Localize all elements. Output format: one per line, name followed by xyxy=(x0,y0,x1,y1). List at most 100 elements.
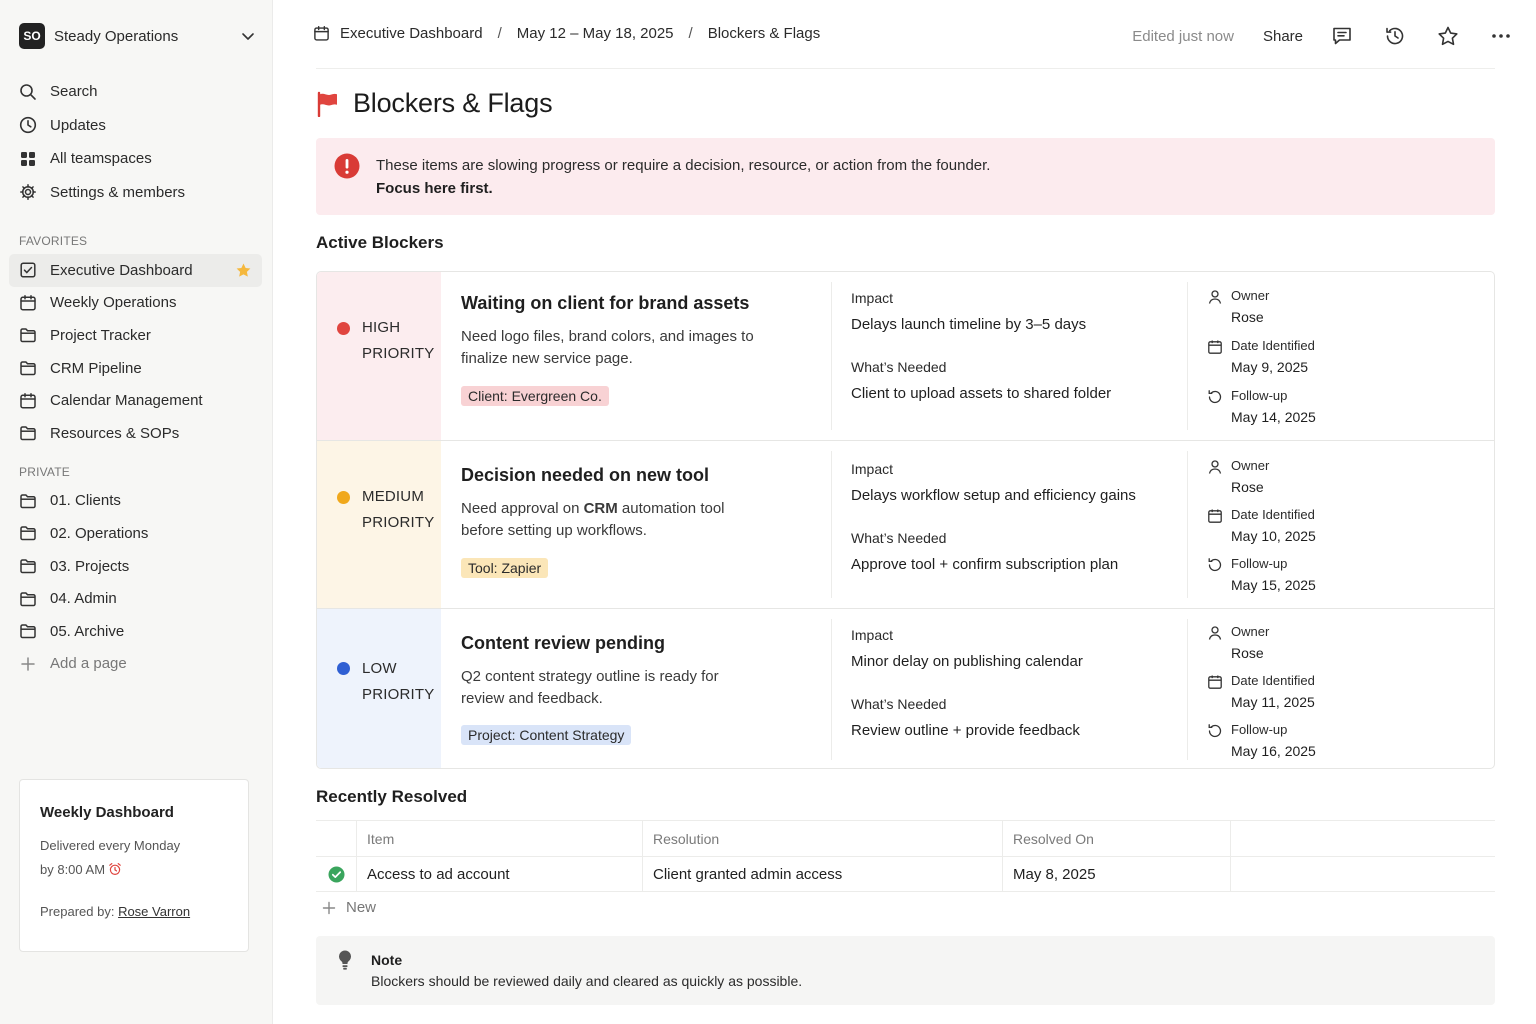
date-label: Date Identified xyxy=(1231,338,1315,353)
sidebar-item-resources-sops[interactable]: Resources & SOPs xyxy=(9,417,262,450)
priority-word: PRIORITY xyxy=(362,345,435,362)
sidebar-item-calendar-management[interactable]: Calendar Management xyxy=(9,384,262,417)
folder-icon xyxy=(20,559,36,574)
sidebar-item-project-tracker[interactable]: Project Tracker xyxy=(9,319,262,352)
callout-emphasis: Focus here first. xyxy=(376,180,493,197)
blocker-row[interactable]: MEDIUM PRIORITY Decision needed on new to… xyxy=(317,441,1494,609)
table-row[interactable]: Access to ad account Client granted admi… xyxy=(316,856,1495,892)
sidebar-item-admin[interactable]: 04. Admin xyxy=(9,582,262,615)
needed-label: What’s Needed xyxy=(851,359,947,375)
workspace-switcher[interactable]: SO Steady Operations xyxy=(19,18,256,54)
blocker-row[interactable]: LOW PRIORITY Content review pending Q2 co… xyxy=(317,609,1494,768)
priority-cell: MEDIUM PRIORITY xyxy=(317,441,441,608)
history-icon[interactable] xyxy=(1384,25,1406,47)
owner-label: Owner xyxy=(1231,288,1270,303)
priority-level: LOW xyxy=(362,660,397,677)
sidebar-item-search[interactable]: Search xyxy=(0,75,272,109)
impact-label: Impact xyxy=(851,627,894,643)
column-header-item[interactable]: Item xyxy=(356,821,642,856)
needed-label: What’s Needed xyxy=(851,696,947,712)
follow-up-field: Follow-up May 16, 2025 xyxy=(1207,722,1477,759)
date-value: May 10, 2025 xyxy=(1231,528,1316,544)
star-filled-icon[interactable] xyxy=(235,262,252,279)
add-page-button[interactable]: Add a page xyxy=(9,648,262,681)
priority-label: MEDIUM PRIORITY xyxy=(362,484,434,536)
column-header-resolved-on[interactable]: Resolved On xyxy=(1002,821,1230,856)
follow-label: Follow-up xyxy=(1231,556,1288,571)
follow-label: Follow-up xyxy=(1231,722,1288,737)
breadcrumb-item-week[interactable]: May 12 – May 18, 2025 xyxy=(517,25,674,42)
client-tag[interactable]: Client: Evergreen Co. xyxy=(461,386,609,406)
tool-tag[interactable]: Tool: Zapier xyxy=(461,558,549,578)
prepared-by-link[interactable]: Rose Varron xyxy=(118,904,190,919)
sidebar-item-clients[interactable]: 01. Clients xyxy=(9,485,262,518)
more-icon[interactable] xyxy=(1490,25,1512,47)
sidebar-item-crm-pipeline[interactable]: CRM Pipeline xyxy=(9,352,262,385)
follow-label: Follow-up xyxy=(1231,388,1288,403)
sidebar-item-projects[interactable]: 03. Projects xyxy=(9,550,262,583)
callout-text: These items are slowing progress or requ… xyxy=(376,157,991,174)
project-tag[interactable]: Project: Content Strategy xyxy=(461,725,632,745)
sidebar-item-updates[interactable]: Updates xyxy=(0,109,272,143)
resolved-date-cell: May 8, 2025 xyxy=(1002,857,1230,891)
sidebar-item-label: Search xyxy=(50,83,98,101)
impact-label: Impact xyxy=(851,290,894,306)
note-title: Note xyxy=(371,952,403,968)
blocker-description: Need approval on CRM automation tool bef… xyxy=(461,498,761,542)
breadcrumb: Executive Dashboard / May 12 – May 18, 2… xyxy=(313,25,820,42)
sidebar-item-operations[interactable]: 02. Operations xyxy=(9,517,262,550)
blocker-summary: Waiting on client for brand assets Need … xyxy=(461,293,801,433)
check-circle-icon xyxy=(328,866,344,882)
breadcrumb-item-executive-dashboard[interactable]: Executive Dashboard xyxy=(340,25,483,42)
impact-value: Delays launch timeline by 3–5 days xyxy=(851,316,1087,333)
sidebar-item-label: All teamspaces xyxy=(50,150,152,168)
owner-value: Rose xyxy=(1231,479,1264,495)
owner-label: Owner xyxy=(1231,458,1270,473)
blocker-title: Waiting on client for brand assets xyxy=(461,293,750,313)
blocker-title: Content review pending xyxy=(461,633,666,653)
favorites-label: FAVORITES xyxy=(19,234,88,248)
sidebar-item-archive[interactable]: 05. Archive xyxy=(9,615,262,648)
weekly-card-line1: Delivered every Monday xyxy=(40,838,181,853)
sidebar-item-label: Weekly Operations xyxy=(50,294,177,312)
item-cell: Access to ad account xyxy=(356,857,642,891)
active-blockers-heading: Active Blockers xyxy=(316,233,444,252)
edited-status: Edited just now xyxy=(1132,27,1234,45)
blocker-description: Q2 content strategy outline is ready for… xyxy=(461,668,719,707)
workspace-name: Steady Operations xyxy=(54,27,179,45)
owner-field: Owner Rose xyxy=(1207,458,1477,495)
note-body: Blockers should be reviewed daily and cl… xyxy=(371,973,803,989)
new-row-button[interactable]: New xyxy=(322,899,376,916)
sidebar-item-teamspaces[interactable]: All teamspaces xyxy=(0,142,272,176)
checkbox-page-icon xyxy=(20,262,36,278)
sidebar-item-weekly-operations[interactable]: Weekly Operations xyxy=(9,287,262,320)
sidebar-nav: Search Updates All teamspaces Settings &… xyxy=(0,75,272,209)
sidebar-item-executive-dashboard[interactable]: Executive Dashboard xyxy=(9,254,262,287)
date-value: May 11, 2025 xyxy=(1231,694,1315,710)
plus-icon xyxy=(21,657,35,671)
weekly-card-title: Weekly Dashboard xyxy=(40,804,174,821)
date-identified-field: Date Identified May 11, 2025 xyxy=(1207,673,1477,710)
sidebar-item-label: 04. Admin xyxy=(50,590,117,608)
column-header-resolution[interactable]: Resolution xyxy=(642,821,1002,856)
status-cell xyxy=(316,857,356,891)
sidebar-item-label: 01. Clients xyxy=(50,492,121,510)
calendar-icon xyxy=(1208,675,1222,689)
sidebar-item-label: CRM Pipeline xyxy=(50,359,142,377)
share-button[interactable]: Share xyxy=(1263,28,1303,45)
breadcrumb-item-current[interactable]: Blockers & Flags xyxy=(708,25,821,42)
star-outline-icon[interactable] xyxy=(1437,25,1459,47)
comment-icon[interactable] xyxy=(1331,25,1353,47)
blocker-impact: Impact Minor delay on publishing calenda… xyxy=(851,627,1181,739)
priority-cell: LOW PRIORITY xyxy=(317,609,441,768)
blocker-row[interactable]: HIGH PRIORITY Waiting on client for brand… xyxy=(317,272,1494,441)
folder-icon xyxy=(20,426,36,441)
priority-level: HIGH xyxy=(362,319,401,336)
blocker-title: Decision needed on new tool xyxy=(461,465,710,485)
search-icon xyxy=(20,83,36,100)
follow-up-icon xyxy=(1208,390,1222,404)
column-divider xyxy=(1187,451,1188,598)
person-icon xyxy=(1208,460,1222,474)
sidebar-item-settings[interactable]: Settings & members xyxy=(0,176,272,210)
blockers-board: HIGH PRIORITY Waiting on client for brand… xyxy=(316,271,1495,769)
